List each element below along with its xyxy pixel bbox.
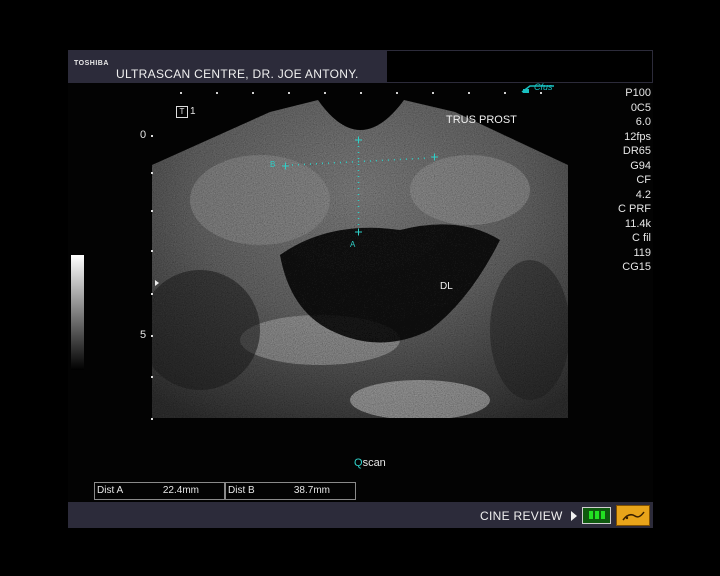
lateral-scale — [180, 92, 542, 94]
preset-label: TRUS PROST — [446, 114, 517, 126]
depth-label-mid: 5 — [140, 329, 147, 341]
depth-tick — [151, 250, 153, 252]
depth-label-top: 0 — [140, 129, 147, 141]
footswitch-glyph-icon — [622, 511, 645, 521]
grayscale-bar — [71, 255, 84, 370]
measurement-value: 38.7mm — [293, 485, 330, 496]
depth-tick — [151, 172, 153, 174]
focus-pointer-icon — [155, 280, 159, 286]
qscan-text: scan — [362, 457, 386, 469]
scan-mode-box: T — [176, 106, 188, 118]
cine-play-icon[interactable] — [571, 511, 577, 521]
measurement-value: 22.4mm — [162, 485, 199, 496]
marker-b-label: B — [270, 160, 276, 169]
cine-indicator-segment — [589, 511, 593, 519]
depth-tick — [151, 210, 153, 212]
depth-tick — [151, 376, 153, 378]
footer-bar — [68, 502, 653, 528]
region-annotation: DL — [440, 281, 453, 292]
scan-mode-index: 1 — [190, 106, 196, 117]
depth-tick — [151, 335, 153, 337]
cine-indicator-segment — [601, 511, 605, 519]
depth-tick — [151, 293, 153, 295]
marker-a-label: A — [350, 240, 356, 249]
depth-tick — [151, 135, 153, 137]
cine-indicator-segment — [595, 511, 599, 519]
depth-tick — [151, 418, 153, 420]
qscan-label: Qscan — [354, 457, 386, 469]
measurement-dist-a: Dist A 22.4mm — [94, 482, 225, 500]
cine-review-label[interactable]: CINE REVIEW — [480, 509, 563, 523]
footswitch-icon[interactable] — [616, 505, 650, 526]
qscan-q: Q — [354, 457, 363, 469]
cine-indicator-icon — [582, 507, 611, 524]
measurement-label: Dist B — [228, 485, 255, 496]
measurement-dist-b: Dist B 38.7mm — [225, 482, 356, 500]
scan-mode-indicator: T1 — [176, 106, 196, 118]
measurement-label: Dist A — [97, 485, 124, 496]
